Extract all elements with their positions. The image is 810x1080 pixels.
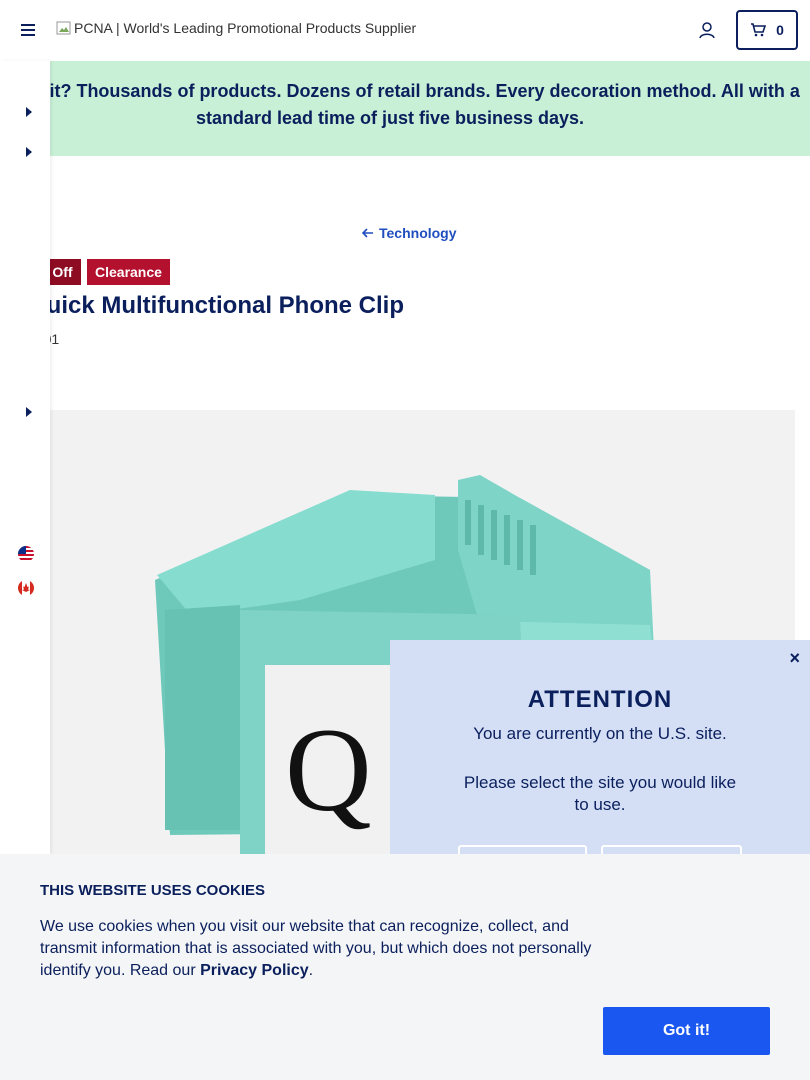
cookie-title: THIS WEBSITE USES COOKIES [40, 882, 266, 899]
broken-image-icon [56, 21, 71, 35]
side-drawer [0, 61, 50, 854]
promo-banner: Why Wait? Thousands of products. Dozens … [0, 61, 810, 156]
logo-alt-text: PCNA | World's Leading Promotional Produ… [74, 20, 417, 36]
modal-message: You are currently on the U.S. site. [473, 724, 727, 743]
privacy-policy-link[interactable]: Privacy Policy [200, 962, 309, 979]
account-icon[interactable] [698, 21, 716, 39]
canada-flag-icon[interactable] [18, 580, 34, 596]
modal-prompt: Please select the site you would like to… [463, 773, 737, 814]
cookie-body-text: We use cookies when you visit our websit… [40, 918, 592, 979]
cart-button[interactable]: 0 [736, 10, 798, 50]
site-header: PCNA | World's Leading Promotional Produ… [0, 0, 810, 61]
close-icon[interactable]: × [789, 648, 800, 669]
caret-right-icon[interactable] [25, 107, 33, 117]
caret-right-icon[interactable] [25, 147, 33, 157]
cookie-body: We use cookies when you visit our websit… [40, 916, 610, 982]
cart-icon [751, 23, 767, 37]
breadcrumb-back-link[interactable]: Technology [362, 225, 457, 241]
arrow-left-icon [362, 228, 373, 238]
breadcrumb-label: Technology [379, 225, 457, 241]
got-it-button[interactable]: Got it! [603, 1007, 770, 1055]
site-select-modal: × ATTENTION You are currently on the U.S… [390, 640, 810, 889]
svg-text:Q: Q [285, 703, 372, 836]
site-logo[interactable]: PCNA | World's Leading Promotional Produ… [56, 20, 416, 36]
promo-banner-text: Why Wait? Thousands of products. Dozens … [0, 81, 800, 128]
modal-title: ATTENTION [527, 686, 673, 713]
hamburger-menu-icon[interactable] [20, 22, 36, 38]
cookie-consent-bar: THIS WEBSITE USES COOKIES We use cookies… [0, 854, 810, 1080]
us-flag-icon[interactable] [18, 546, 34, 562]
product-title: Quick Multifunctional Phone Clip [28, 292, 404, 319]
cart-count: 0 [776, 22, 784, 38]
clearance-badge: Clearance [87, 259, 170, 285]
caret-right-icon[interactable] [25, 407, 33, 417]
cookie-body-end: . [308, 962, 314, 979]
